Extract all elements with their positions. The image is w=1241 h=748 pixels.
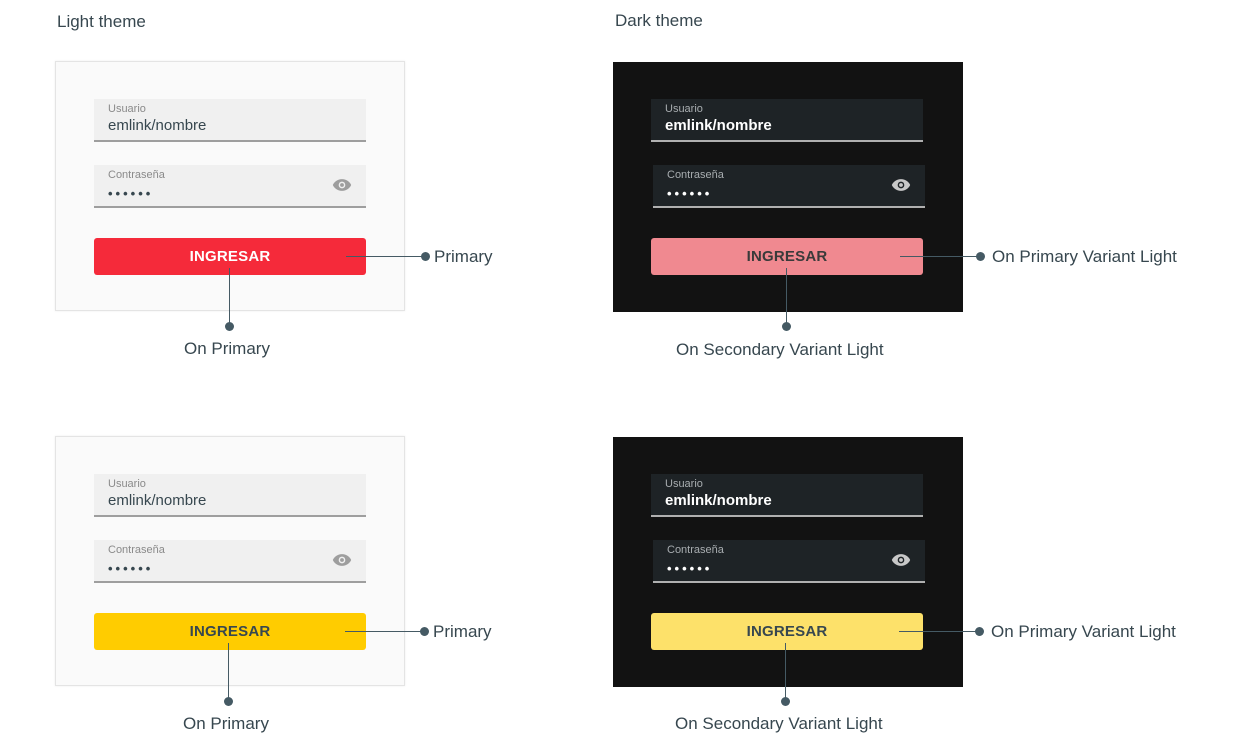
username-label: Usuario — [665, 103, 703, 115]
callout-dot-primary — [421, 252, 430, 261]
eye-icon[interactable] — [332, 552, 352, 568]
callout-on-primary: On Primary — [184, 339, 270, 358]
callout-on-primary-variant-light: On Primary Variant Light — [991, 622, 1176, 641]
username-field[interactable]: Usuario emlink/nombre — [651, 99, 923, 142]
password-field[interactable]: Contraseña •••••• — [653, 165, 925, 208]
password-label: Contraseña — [108, 169, 165, 181]
callout-dot-on-primary — [224, 697, 233, 706]
username-value: emlink/nombre — [665, 117, 772, 134]
light-login-card-red: Usuario emlink/nombre Contraseña •••••• … — [55, 61, 405, 311]
username-field[interactable]: Usuario emlink/nombre — [651, 474, 923, 517]
callout-line-on-primary — [228, 643, 229, 701]
username-field[interactable]: Usuario emlink/nombre — [94, 474, 366, 517]
callout-dot-on-secondary-variant — [781, 697, 790, 706]
callout-on-secondary-variant-light: On Secondary Variant Light — [676, 340, 884, 359]
login-button[interactable]: INGRESAR — [651, 613, 923, 650]
eye-icon[interactable] — [332, 177, 352, 193]
password-value: •••••• — [108, 561, 154, 576]
light-theme-title: Light theme — [57, 12, 146, 31]
login-button[interactable]: INGRESAR — [651, 238, 923, 275]
callout-line-primary — [346, 256, 426, 257]
password-value: •••••• — [108, 186, 154, 201]
callout-primary: Primary — [434, 247, 493, 266]
username-field[interactable]: Usuario emlink/nombre — [94, 99, 366, 142]
password-label: Contraseña — [108, 544, 165, 556]
callout-line-primary — [345, 631, 425, 632]
callout-line-on-primary-variant — [900, 256, 980, 257]
light-login-card-yellow: Usuario emlink/nombre Contraseña •••••• … — [55, 436, 405, 686]
callout-on-primary: On Primary — [183, 714, 269, 733]
callout-dot-on-primary — [225, 322, 234, 331]
password-field[interactable]: Contraseña •••••• — [653, 540, 925, 583]
callout-on-secondary-variant-light: On Secondary Variant Light — [675, 714, 883, 733]
callout-dot-primary — [420, 627, 429, 636]
username-label: Usuario — [108, 103, 146, 115]
login-button[interactable]: INGRESAR — [94, 238, 366, 275]
callout-line-on-primary — [229, 268, 230, 326]
password-value: •••••• — [667, 561, 713, 576]
username-label: Usuario — [108, 478, 146, 490]
username-label: Usuario — [665, 478, 703, 490]
password-label: Contraseña — [667, 169, 724, 181]
username-value: emlink/nombre — [108, 492, 207, 509]
callout-primary: Primary — [433, 622, 492, 641]
callout-dot-on-secondary-variant — [782, 322, 791, 331]
dark-login-card-red: Usuario emlink/nombre Contraseña •••••• … — [613, 62, 963, 312]
password-value: •••••• — [667, 186, 713, 201]
callout-line-on-primary-variant — [899, 631, 979, 632]
callout-dot-on-primary-variant — [976, 252, 985, 261]
password-field[interactable]: Contraseña •••••• — [94, 540, 366, 583]
login-button[interactable]: INGRESAR — [94, 613, 366, 650]
callout-on-primary-variant-light: On Primary Variant Light — [992, 247, 1177, 266]
username-value: emlink/nombre — [665, 492, 772, 509]
username-value: emlink/nombre — [108, 117, 207, 134]
callout-line-on-secondary-variant — [786, 268, 787, 326]
dark-theme-title: Dark theme — [615, 11, 703, 30]
eye-icon[interactable] — [891, 552, 911, 568]
callout-line-on-secondary-variant — [785, 643, 786, 701]
password-label: Contraseña — [667, 544, 724, 556]
eye-icon[interactable] — [891, 177, 911, 193]
password-field[interactable]: Contraseña •••••• — [94, 165, 366, 208]
callout-dot-on-primary-variant — [975, 627, 984, 636]
dark-login-card-yellow: Usuario emlink/nombre Contraseña •••••• … — [613, 437, 963, 687]
